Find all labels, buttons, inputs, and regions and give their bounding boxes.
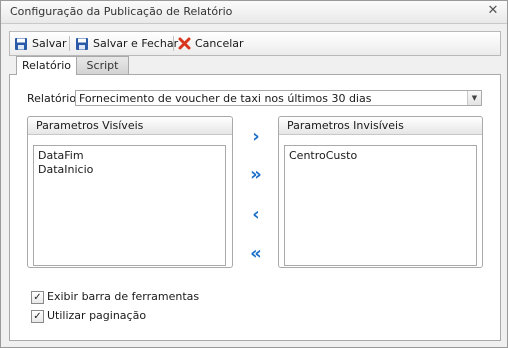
visible-params-group: Parametros Visíveis DataFim DataInicio [27, 116, 233, 268]
visible-params-list[interactable]: DataFim DataInicio [33, 145, 226, 266]
close-icon[interactable]: ✕ [486, 4, 500, 18]
visible-params-title: Parametros Visíveis [28, 117, 232, 135]
dialog-window: Configuração da Publicação de Relatório … [0, 0, 508, 348]
tab-relatorio[interactable]: Relatório [16, 56, 77, 75]
move-all-right-button[interactable]: » [245, 166, 267, 184]
move-left-button[interactable]: ‹ [245, 206, 267, 224]
invisible-params-group: Parametros Invisíveis CentroCusto [278, 116, 483, 268]
cancel-x-icon [178, 37, 191, 50]
paging-checkbox[interactable]: ✓ [31, 310, 44, 323]
title-bar[interactable]: Configuração da Publicação de Relatório … [1, 1, 507, 24]
report-selected-value: Fornecimento de voucher de taxi nos últi… [79, 92, 372, 105]
report-label: Relatório: [27, 92, 80, 105]
tab-panel: Relatório: Fornecimento de voucher de ta… [9, 74, 501, 341]
toolbar-separator [173, 36, 174, 51]
list-item[interactable]: DataFim [38, 149, 84, 162]
toolbar-checkbox[interactable]: ✓ [31, 291, 44, 304]
tab-script[interactable]: Script [76, 56, 129, 74]
floppy-disk-icon [76, 37, 88, 50]
cancel-button[interactable]: Cancelar [178, 35, 244, 52]
chevron-down-icon[interactable]: ▼ [467, 91, 481, 105]
save-and-close-label: Salvar e Fechar [93, 37, 179, 50]
toolbar-checkbox-label: Exibir barra de ferramentas [47, 290, 200, 303]
report-select[interactable]: Fornecimento de voucher de taxi nos últi… [75, 90, 482, 106]
window-title: Configuração da Publicação de Relatório [10, 5, 233, 18]
invisible-params-title: Parametros Invisíveis [279, 117, 482, 135]
toolbar: Salvar Salvar e Fechar Cancelar [9, 31, 501, 56]
save-and-close-button[interactable]: Salvar e Fechar [75, 35, 178, 52]
move-right-button[interactable]: › [245, 128, 267, 146]
toolbar-separator [69, 36, 70, 51]
list-item[interactable]: CentroCusto [289, 149, 357, 162]
save-label: Salvar [32, 37, 67, 50]
floppy-disk-icon [15, 37, 27, 50]
cancel-label: Cancelar [195, 37, 244, 50]
list-item[interactable]: DataInicio [38, 163, 93, 176]
invisible-params-list[interactable]: CentroCusto [284, 145, 477, 266]
move-all-left-button[interactable]: « [245, 245, 267, 263]
paging-checkbox-label: Utilizar paginação [47, 309, 147, 322]
save-button[interactable]: Salvar [14, 35, 67, 52]
